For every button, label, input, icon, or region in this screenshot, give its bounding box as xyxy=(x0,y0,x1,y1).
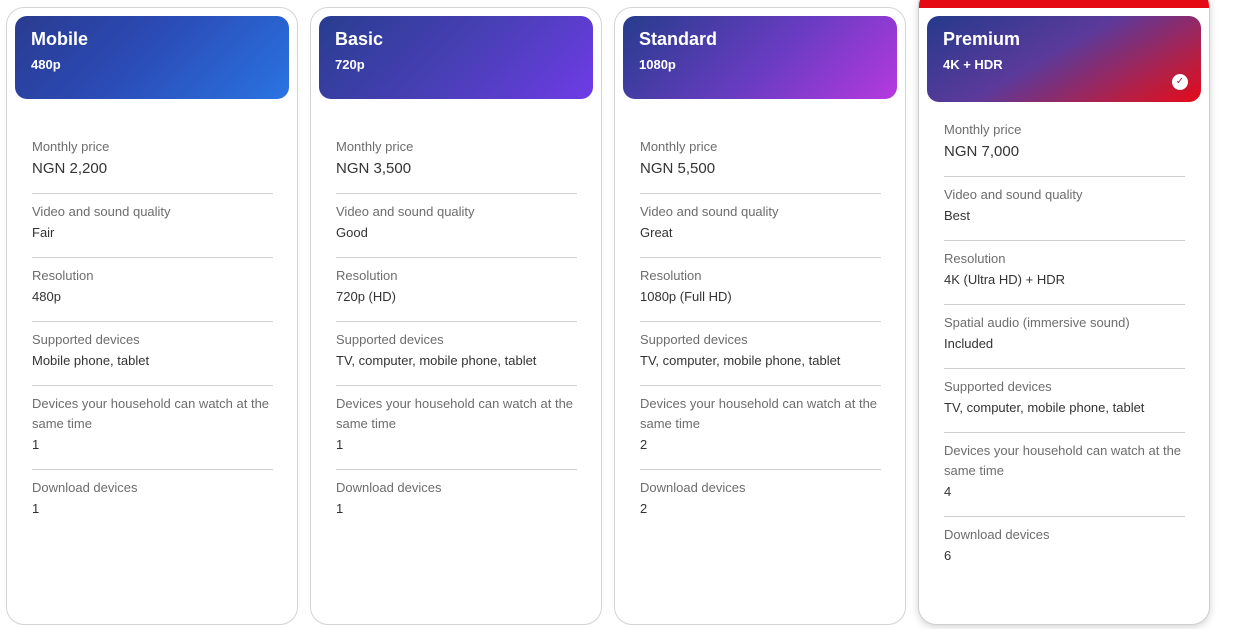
price-row: Monthly price NGN 2,200 xyxy=(32,129,273,194)
detail-label: Devices your household can watch at the … xyxy=(944,443,1182,478)
detail-row: Video and sound quality Fair xyxy=(32,194,273,258)
detail-value: 1 xyxy=(32,437,40,452)
detail-row: Supported devices TV, computer, mobile p… xyxy=(640,322,881,386)
detail-value: TV, computer, mobile phone, tablet xyxy=(640,353,841,368)
detail-label: Devices your household can watch at the … xyxy=(336,396,574,431)
detail-row: Resolution 4K (Ultra HD) + HDR xyxy=(944,241,1185,305)
detail-row: Supported devices TV, computer, mobile p… xyxy=(944,369,1185,433)
plan-name: Mobile xyxy=(31,29,88,49)
detail-row: Supported devices Mobile phone, tablet xyxy=(32,322,273,386)
plan-name: Premium xyxy=(943,29,1021,49)
detail-label: Supported devices xyxy=(944,379,1052,394)
plan-resolution: 720p xyxy=(335,57,365,72)
detail-value: TV, computer, mobile phone, tablet xyxy=(944,400,1145,415)
plan-header[interactable]: Mobile 480p xyxy=(15,16,289,99)
detail-row: Resolution 720p (HD) xyxy=(336,258,577,322)
detail-label: Spatial audio (immersive sound) xyxy=(944,315,1130,330)
detail-row: Download devices 6 xyxy=(944,517,1185,580)
detail-row: Devices your household can watch at the … xyxy=(32,386,273,470)
detail-row: Video and sound quality Great xyxy=(640,194,881,258)
detail-row: Download devices 2 xyxy=(640,470,881,533)
price-row: Monthly price NGN 7,000 xyxy=(944,112,1185,177)
detail-row: Video and sound quality Good xyxy=(336,194,577,258)
detail-row: Download devices 1 xyxy=(336,470,577,533)
price-row: Monthly price NGN 5,500 xyxy=(640,129,881,194)
detail-row: Devices your household can watch at the … xyxy=(944,433,1185,517)
detail-row: Devices your household can watch at the … xyxy=(640,386,881,470)
detail-value: 480p xyxy=(32,289,61,304)
detail-value: Included xyxy=(944,336,994,351)
selected-plan-bar xyxy=(919,0,1209,8)
plan-details: Monthly price NGN 7,000 Video and sound … xyxy=(944,112,1185,580)
detail-label: Devices your household can watch at the … xyxy=(640,396,878,431)
plan-card-standard[interactable]: Standard 1080p Monthly price NGN 5,500 V… xyxy=(614,7,906,625)
detail-label: Supported devices xyxy=(336,332,444,347)
detail-label: Resolution xyxy=(32,268,94,283)
detail-row: Video and sound quality Best xyxy=(944,177,1185,241)
plan-details: Monthly price NGN 3,500 Video and sound … xyxy=(336,129,577,533)
detail-row: Download devices 1 xyxy=(32,470,273,533)
detail-row: Spatial audio (immersive sound) Included xyxy=(944,305,1185,369)
plan-details: Monthly price NGN 5,500 Video and sound … xyxy=(640,129,881,533)
detail-value: Mobile phone, tablet xyxy=(32,353,150,368)
detail-label: Video and sound quality xyxy=(640,204,779,219)
detail-value: Good xyxy=(336,225,368,240)
detail-value: 1 xyxy=(336,501,344,516)
detail-value: 4 xyxy=(944,484,952,499)
detail-row: Supported devices TV, computer, mobile p… xyxy=(336,322,577,386)
price-label: Monthly price xyxy=(336,139,414,154)
detail-label: Video and sound quality xyxy=(32,204,171,219)
price-label: Monthly price xyxy=(944,122,1022,137)
check-circle-icon: ✓ xyxy=(1172,74,1188,90)
detail-label: Resolution xyxy=(944,251,1006,266)
detail-value: 1080p (Full HD) xyxy=(640,289,732,304)
detail-value: Fair xyxy=(32,225,55,240)
detail-value: 1 xyxy=(32,501,40,516)
plan-details: Monthly price NGN 2,200 Video and sound … xyxy=(32,129,273,533)
price-row: Monthly price NGN 3,500 xyxy=(336,129,577,194)
plan-resolution: 1080p xyxy=(639,57,676,72)
plan-resolution: 4K + HDR xyxy=(943,57,1003,72)
detail-label: Resolution xyxy=(640,268,702,283)
plan-card-mobile[interactable]: Mobile 480p Monthly price NGN 2,200 Vide… xyxy=(6,7,298,625)
detail-label: Video and sound quality xyxy=(944,187,1083,202)
detail-value: TV, computer, mobile phone, tablet xyxy=(336,353,537,368)
detail-label: Video and sound quality xyxy=(336,204,475,219)
detail-value: 4K (Ultra HD) + HDR xyxy=(944,272,1065,287)
detail-row: Resolution 1080p (Full HD) xyxy=(640,258,881,322)
detail-value: 2 xyxy=(640,437,648,452)
plan-name: Basic xyxy=(335,29,384,49)
plan-header[interactable]: Premium 4K + HDR ✓ xyxy=(927,16,1201,102)
detail-value: 1 xyxy=(336,437,344,452)
price-value: NGN 7,000 xyxy=(944,143,1020,160)
detail-value: 2 xyxy=(640,501,648,516)
plan-header[interactable]: Standard 1080p xyxy=(623,16,897,99)
detail-label: Download devices xyxy=(944,527,1050,542)
plan-header[interactable]: Basic 720p xyxy=(319,16,593,99)
detail-label: Download devices xyxy=(640,480,746,495)
plan-cards: Mobile 480p Monthly price NGN 2,200 Vide… xyxy=(0,0,1243,629)
detail-label: Download devices xyxy=(336,480,442,495)
detail-label: Resolution xyxy=(336,268,398,283)
detail-row: Devices your household can watch at the … xyxy=(336,386,577,470)
detail-value: 720p (HD) xyxy=(336,289,396,304)
price-value: NGN 2,200 xyxy=(32,160,108,177)
detail-label: Download devices xyxy=(32,480,138,495)
detail-label: Devices your household can watch at the … xyxy=(32,396,270,431)
plan-resolution: 480p xyxy=(31,57,61,72)
detail-row: Resolution 480p xyxy=(32,258,273,322)
detail-value: Great xyxy=(640,225,673,240)
plan-name: Standard xyxy=(639,29,718,49)
price-value: NGN 3,500 xyxy=(336,160,412,177)
detail-label: Supported devices xyxy=(640,332,748,347)
plan-card-premium[interactable]: Premium 4K + HDR ✓ Monthly price NGN 7,0… xyxy=(918,0,1210,625)
price-label: Monthly price xyxy=(640,139,718,154)
detail-label: Supported devices xyxy=(32,332,140,347)
price-label: Monthly price xyxy=(32,139,110,154)
detail-value: 6 xyxy=(944,548,952,563)
price-value: NGN 5,500 xyxy=(640,160,716,177)
detail-value: Best xyxy=(944,208,971,223)
plan-card-basic[interactable]: Basic 720p Monthly price NGN 3,500 Video… xyxy=(310,7,602,625)
